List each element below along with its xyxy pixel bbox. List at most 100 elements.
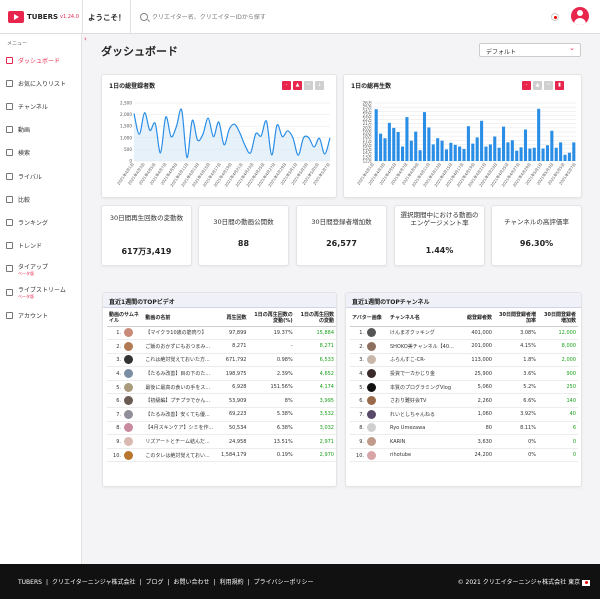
table-row[interactable]: 6. 【初級編】プチプラでかん... 53,909 8% 3,995 xyxy=(107,393,336,409)
bar xyxy=(409,140,413,161)
bar xyxy=(554,147,558,161)
column-header: アバター画像 xyxy=(350,310,388,327)
thumbnail[interactable] xyxy=(367,409,376,419)
dashboard-select[interactable]: デフォルト xyxy=(479,43,581,57)
footer-link[interactable]: お問い合わせ xyxy=(174,579,210,586)
thumbnail[interactable] xyxy=(124,437,133,447)
footer-link[interactable]: プライバシーポリシー xyxy=(254,579,314,586)
table-row[interactable]: 9. リズアートとチーム結んだ... 24,958 13.51% 2,971 xyxy=(107,434,336,449)
bar xyxy=(484,146,488,161)
sidebar-item[interactable]: ランキング xyxy=(0,212,82,232)
channel-name[interactable]: さおり難好会TV xyxy=(388,393,456,409)
japan-flag-icon[interactable] xyxy=(551,13,559,21)
channel-name[interactable]: けんまオクッキング xyxy=(388,326,456,341)
table-row[interactable]: 4. 【たるみ改善】目の下のた... 198,975 2.39% 4,652 xyxy=(107,366,336,381)
channel-name[interactable]: Ryo Umezawa xyxy=(388,421,456,436)
thumbnail[interactable] xyxy=(367,328,376,338)
thumbnail[interactable] xyxy=(124,396,133,406)
channel-name[interactable]: ふらんすこ-CR- xyxy=(388,353,456,368)
search-input[interactable] xyxy=(152,13,412,21)
channel-name[interactable]: れいとしちゃんねる xyxy=(388,407,456,422)
table-row[interactable]: 7. 【たるみ改善】安くても優... 69,223 5.38% 3,532 xyxy=(107,407,336,422)
channel-name[interactable]: SHOKO美チャンネル【40... xyxy=(388,339,456,354)
sidebar-item[interactable]: ライバル xyxy=(0,166,82,186)
channel-name[interactable]: rihotube xyxy=(388,448,456,463)
bar xyxy=(502,126,506,161)
sidebar-item[interactable]: トレンド xyxy=(0,236,82,256)
footer-link[interactable]: クリエイターニンジャ株式会社 xyxy=(52,579,135,586)
thumbnail[interactable] xyxy=(124,341,133,351)
sidebar-item[interactable]: ダッシュボード xyxy=(0,50,82,70)
table-row[interactable]: 10. rihotube 24,200 0% 0 xyxy=(350,448,578,463)
rank-number: 3. xyxy=(359,357,364,364)
sidebar-collapse-icon[interactable]: ‹ xyxy=(84,35,87,43)
table-row[interactable]: 1. 【マイクラ10歳の筋肉り】 97,899 19.37% 15,884 xyxy=(107,326,336,341)
bar xyxy=(458,146,462,161)
thumbnail[interactable] xyxy=(367,382,376,392)
video-name[interactable]: 【マイクラ10歳の筋肉り】 xyxy=(143,326,216,341)
sidebar-item[interactable]: お気に入りリスト xyxy=(0,73,82,93)
footer-link[interactable]: 利用規約 xyxy=(220,579,244,586)
japan-flag-icon xyxy=(582,579,590,586)
footer-link[interactable]: TUBERS xyxy=(18,579,42,586)
video-name[interactable]: 【4月スキンケア】シミを作... xyxy=(143,421,216,436)
thumbnail[interactable] xyxy=(124,382,133,392)
rank-number: 9. xyxy=(359,439,364,446)
table-row[interactable]: 3. これは絶対覚えておいた方... 671,792 0.98% 6,533 xyxy=(107,353,336,368)
sidebar-item[interactable]: チャンネル xyxy=(0,96,82,116)
table-row[interactable]: 7. れいとしちゃんねる 1,060 3.92% 40 xyxy=(350,407,578,422)
table-row[interactable]: 3. ふらんすこ-CR- 113,000 1.8% 2,000 xyxy=(350,353,578,368)
channel-name[interactable]: 本質のプログラミングVlog xyxy=(388,380,456,395)
table-row[interactable]: 1. けんまオクッキング 401,000 3.08% 12,000 xyxy=(350,326,578,341)
thumbnail[interactable] xyxy=(367,355,376,365)
video-name[interactable]: 【初級編】プチプラでかん... xyxy=(143,393,216,409)
video-name[interactable]: これは絶対覚えておいた方... xyxy=(143,353,216,368)
thumbnail[interactable] xyxy=(367,369,376,379)
video-name[interactable]: 最後に最高の食いの手をス... xyxy=(143,380,216,395)
video-name[interactable]: 【たるみ改善】目の下のた... xyxy=(143,366,216,381)
user-avatar-icon[interactable] xyxy=(571,7,589,25)
thumbnail[interactable] xyxy=(367,341,376,351)
column-header: チャンネル名 xyxy=(388,310,456,327)
table-row[interactable]: 8. 【4月スキンケア】シミを作... 50,534 6.38% 3,032 xyxy=(107,421,336,436)
sidebar-item[interactable]: 動画 xyxy=(0,120,82,140)
channel-name[interactable]: 投資で一カかじり金 xyxy=(388,366,456,381)
thumbnail[interactable] xyxy=(124,369,133,379)
search-bar[interactable] xyxy=(140,10,440,24)
thumbnail[interactable] xyxy=(367,437,376,447)
table-row[interactable]: 2. SHOKO美チャンネル【40... 201,000 4.15% 8,000 xyxy=(350,339,578,354)
table-row[interactable]: 5. 最後に最高の食いの手をス... 6,928 151.56% 4,174 xyxy=(107,380,336,395)
thumbnail[interactable] xyxy=(124,423,133,433)
channel-name[interactable]: KARIN xyxy=(388,434,456,449)
table-row[interactable]: 8. Ryo Umezawa 80 8.11% 6 xyxy=(350,421,578,436)
thumbnail[interactable] xyxy=(124,409,133,419)
thumbnail[interactable] xyxy=(367,423,376,433)
sidebar-item[interactable]: ライブストリーム ベータ版 xyxy=(0,282,82,302)
video-name[interactable]: リズアートとチーム結んだ... xyxy=(143,434,216,449)
thumbnail[interactable] xyxy=(124,355,133,365)
table-row[interactable]: 4. 投資で一カかじり金 25,900 3.6% 900 xyxy=(350,366,578,381)
sidebar-item[interactable]: 検索 xyxy=(0,143,82,163)
table-row[interactable]: 6. さおり難好会TV 2,260 6.6% 140 xyxy=(350,393,578,409)
table-row[interactable]: 5. 本質のプログラミングVlog 5,060 5.2% 250 xyxy=(350,380,578,395)
top-channels-card: 直近1週間のTOPチャンネル アバター画像 チャンネル名 総登録者数 30日間登… xyxy=(345,292,582,487)
thumbnail[interactable] xyxy=(367,396,376,406)
table-row[interactable]: 2. ご飯のおかずにもおつまみ... 8,271-8,271 xyxy=(107,339,336,354)
table-row[interactable]: 10. このタレは絶対覚えておい... 1,584,179 0.19% 2,970 xyxy=(107,448,336,463)
sidebar-item[interactable]: アカウント xyxy=(0,305,82,325)
thumbnail[interactable] xyxy=(124,328,133,338)
ranking-icon xyxy=(6,218,13,226)
bar xyxy=(387,122,391,161)
thumbnail[interactable] xyxy=(124,450,133,460)
video-name[interactable]: このタレは絶対覚えておい... xyxy=(143,448,216,463)
table-row[interactable]: 9. KARIN 3,630 0% 0 xyxy=(350,434,578,449)
app-logo[interactable]: TUBERS v1.24.0 xyxy=(8,11,79,23)
stat-label: 選択期間中における動画のエンゲージメント率 xyxy=(400,211,479,227)
footer-link[interactable]: ブログ xyxy=(145,579,163,586)
thumbnail[interactable] xyxy=(367,450,376,460)
video-name[interactable]: ご飯のおかずにもおつまみ... xyxy=(143,339,216,354)
video-name[interactable]: 【たるみ改善】安くても優... xyxy=(143,407,216,422)
beta-badge: ベータ版 xyxy=(18,270,34,276)
sidebar-item[interactable]: タイアップ ベータ版 xyxy=(0,259,82,279)
sidebar-item[interactable]: 比較 xyxy=(0,189,82,209)
